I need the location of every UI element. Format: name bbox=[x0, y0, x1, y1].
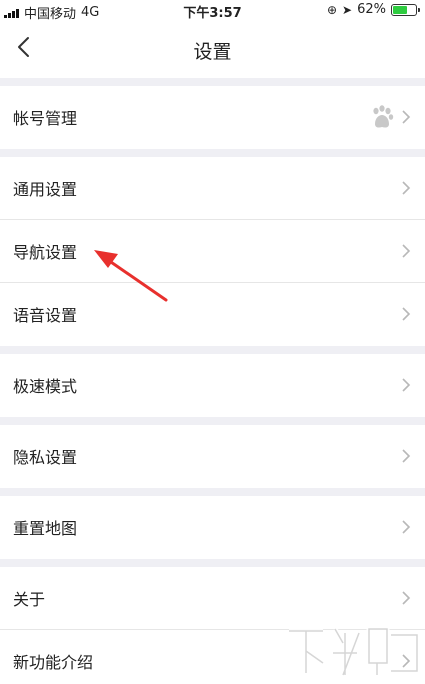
settings-row-general[interactable]: 通用设置 bbox=[0, 157, 425, 220]
status-right: ⊕ ➤ 62% bbox=[326, 2, 420, 17]
row-label: 重置地图 bbox=[13, 519, 78, 538]
settings-row-navigation[interactable]: 导航设置 bbox=[0, 220, 425, 283]
chevron-right-icon bbox=[402, 449, 411, 463]
row-label: 导航设置 bbox=[13, 243, 78, 262]
row-label: 极速模式 bbox=[13, 377, 78, 396]
battery-percent: 62% bbox=[357, 2, 386, 17]
chevron-right-icon bbox=[402, 110, 411, 124]
settings-row-new-features[interactable]: 新功能介绍 bbox=[0, 630, 425, 684]
settings-row-about[interactable]: 关于 bbox=[0, 567, 425, 630]
chevron-right-icon bbox=[402, 244, 411, 258]
battery-icon bbox=[391, 3, 420, 16]
rotation-lock-icon: ⊕ bbox=[326, 2, 338, 17]
row-label: 新功能介绍 bbox=[13, 653, 94, 672]
row-label: 关于 bbox=[13, 590, 46, 609]
settings-row-reset-map[interactable]: 重置地图 bbox=[0, 496, 425, 559]
chevron-right-icon bbox=[402, 520, 411, 534]
row-label: 语音设置 bbox=[13, 306, 78, 325]
row-label: 隐私设置 bbox=[13, 448, 78, 467]
chevron-right-icon bbox=[402, 654, 411, 668]
location-icon: ➤ bbox=[342, 2, 353, 17]
status-bar: 中国移动 4G 下午3:57 ⊕ ➤ 62% bbox=[0, 0, 425, 22]
chevron-right-icon bbox=[402, 181, 411, 195]
chevron-right-icon bbox=[402, 591, 411, 605]
chevron-right-icon bbox=[402, 307, 411, 321]
nav-bar: 设置 bbox=[0, 20, 425, 78]
row-label: 通用设置 bbox=[13, 180, 78, 199]
settings-row-voice[interactable]: 语音设置 bbox=[0, 283, 425, 346]
baidu-paw-icon bbox=[373, 105, 394, 128]
page-title: 设置 bbox=[193, 41, 232, 63]
chevron-right-icon bbox=[402, 378, 411, 392]
row-label: 帐号管理 bbox=[13, 109, 78, 128]
settings-row-privacy[interactable]: 隐私设置 bbox=[0, 425, 425, 488]
settings-row-account[interactable]: 帐号管理 bbox=[0, 86, 425, 149]
settings-row-speed-mode[interactable]: 极速模式 bbox=[0, 354, 425, 417]
